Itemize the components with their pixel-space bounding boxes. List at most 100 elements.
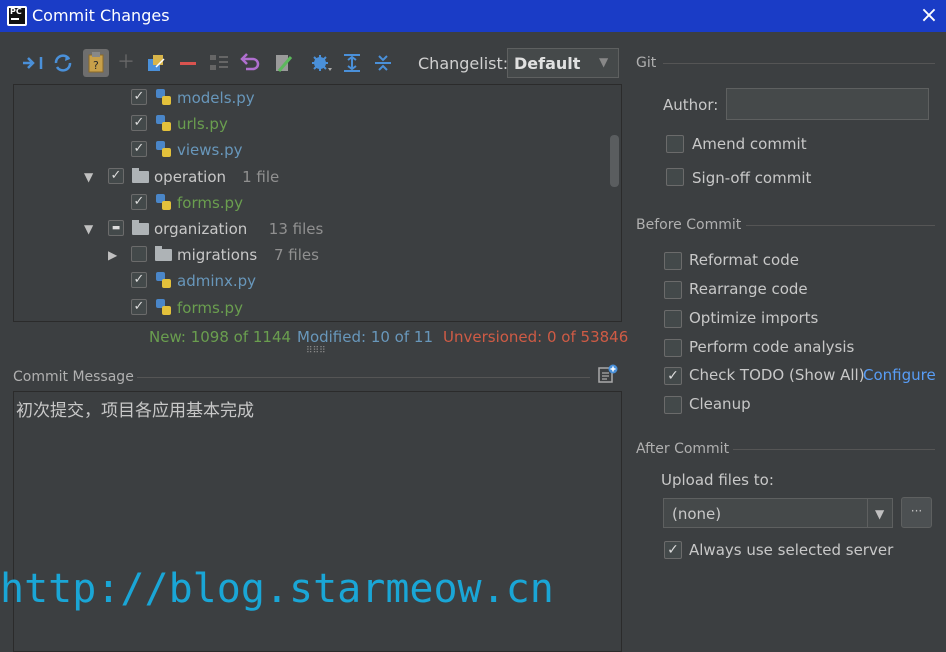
before-commit-option-label: Cleanup	[689, 395, 751, 413]
tree-item-checkbox[interactable]: ✓	[131, 193, 147, 210]
amend-commit-label: Amend commit	[692, 135, 807, 153]
revert-icon[interactable]	[238, 51, 262, 75]
chevron-down-icon: ▼	[599, 55, 609, 69]
tree-item-checkbox[interactable]: ▬	[108, 220, 124, 236]
always-use-server-label: Always use selected server	[689, 541, 894, 559]
tree-item-checkbox[interactable]: ✓	[131, 141, 147, 158]
refresh-icon[interactable]	[51, 51, 75, 75]
expand-triangle-down-icon[interactable]: ▼	[84, 216, 93, 242]
show-diff-icon[interactable]	[20, 51, 44, 75]
tree-item-checkbox[interactable]: ✓	[131, 89, 147, 105]
group-by-icon[interactable]	[207, 51, 231, 75]
tree-item-count: 13 files	[268, 220, 324, 238]
tree-file-row[interactable]: ✓ forms.py	[14, 190, 609, 216]
python-file-icon	[155, 272, 172, 289]
summary-new: New: 1098 of 1144	[149, 328, 292, 346]
git-section-title: Git	[636, 55, 657, 71]
folder-icon	[132, 220, 149, 235]
tree-folder-row[interactable]: ▶ migrations 7 files	[14, 242, 609, 268]
section-divider	[137, 377, 590, 378]
changes-tree[interactable]: ✓ models.py ✓ urls.py ✓ views.py ▼ ✓ operation 1 …	[13, 84, 622, 322]
section-divider	[746, 225, 935, 226]
python-file-icon	[155, 89, 172, 106]
before-commit-option-label: Check TODO (Show All)	[689, 366, 865, 384]
tree-item-name: operation	[154, 167, 227, 186]
before-commit-option-checkbox[interactable]: ✓	[664, 367, 682, 385]
expand-triangle-right-icon[interactable]: ▶	[108, 242, 117, 268]
commit-message-text: 初次提交，项目各应用基本完成	[16, 401, 254, 421]
tree-folder-row[interactable]: ▼ ✓ operation 1 file	[14, 164, 609, 190]
summary-unversioned: Unversioned: 0 of 53846	[443, 328, 629, 346]
before-commit-option-label: Perform code analysis	[689, 338, 855, 356]
tree-file-row[interactable]: ✓ adminx.py	[14, 268, 609, 294]
move-to-changelist-icon[interactable]	[144, 51, 168, 75]
settings-gear-icon[interactable]	[309, 51, 333, 75]
pycharm-app-icon: PC	[7, 6, 27, 26]
before-commit-option-checkbox[interactable]	[664, 252, 682, 270]
tree-item-checkbox[interactable]	[131, 246, 147, 263]
commit-message-textarea[interactable]	[13, 391, 622, 652]
python-file-icon	[155, 141, 172, 158]
tree-file-row[interactable]: ✓ forms.py	[14, 295, 609, 321]
python-file-icon	[155, 193, 172, 211]
section-divider	[733, 449, 935, 450]
chevron-down-icon: ▼	[875, 507, 885, 521]
before-commit-title: Before Commit	[636, 217, 742, 233]
tree-file-row[interactable]: ✓ urls.py	[14, 111, 609, 137]
tree-item-checkbox[interactable]: ✓	[108, 167, 124, 184]
expand-all-icon[interactable]	[340, 51, 364, 75]
upload-files-label: Upload files to:	[661, 471, 774, 489]
watermark-text: http://blog.starmeow.cn	[0, 566, 554, 612]
browse-servers-button[interactable]: ···	[901, 497, 932, 528]
edit-source-icon[interactable]	[271, 51, 295, 75]
tree-item-name: forms.py	[177, 193, 243, 212]
before-commit-option-checkbox[interactable]	[664, 396, 682, 414]
tree-file-row[interactable]: ✓ models.py	[14, 85, 609, 111]
tree-item-count: 1 file	[242, 167, 280, 186]
always-use-server-checkbox[interactable]: ✓	[664, 541, 682, 559]
folder-icon	[155, 246, 172, 262]
sign-off-checkbox[interactable]	[666, 168, 684, 186]
add-icon[interactable]: ＋	[114, 51, 138, 75]
tree-item-name: views.py	[177, 141, 243, 160]
expand-triangle-down-icon[interactable]: ▼	[84, 164, 93, 190]
remove-icon[interactable]	[176, 51, 200, 75]
tree-folder-row[interactable]: ▼ ▬ organization 13 files	[14, 216, 609, 242]
tree-item-name: migrations	[177, 246, 258, 265]
before-commit-option-checkbox[interactable]	[664, 339, 682, 357]
author-label: Author:	[663, 96, 719, 114]
tree-file-row[interactable]: ✓ views.py	[14, 137, 609, 163]
svg-text:?: ?	[93, 59, 99, 72]
jump-to-source-icon[interactable]: ?	[84, 51, 108, 75]
tree-item-name: models.py	[177, 89, 255, 107]
amend-commit-checkbox[interactable]	[666, 135, 684, 153]
before-commit-option-label: Optimize imports	[689, 309, 819, 327]
message-history-icon[interactable]	[598, 364, 618, 384]
configure-link-text[interactable]: Configure	[863, 366, 936, 384]
summary-modified: Modified: 10 of 11	[297, 328, 433, 346]
tree-item-name: urls.py	[177, 115, 228, 134]
window-title: Commit Changes	[32, 6, 170, 25]
folder-icon	[132, 167, 149, 183]
sign-off-label: Sign-off commit	[692, 169, 812, 187]
configure-link[interactable]: Configure	[863, 366, 936, 384]
changelist-label: Changelist:	[418, 54, 509, 73]
upload-server-value: (none)	[672, 505, 722, 523]
before-commit-option-label: Rearrange code	[689, 280, 808, 298]
tree-scrollbar[interactable]	[610, 135, 619, 187]
tree-item-name: adminx.py	[177, 272, 257, 291]
tree-item-checkbox[interactable]: ✓	[131, 115, 147, 132]
tree-item-checkbox[interactable]: ✓	[131, 298, 147, 315]
splitter-handle[interactable]: ⠿⠿⠿	[306, 346, 326, 356]
tree-item-name: forms.py	[177, 298, 243, 317]
before-commit-option-checkbox[interactable]	[664, 281, 682, 299]
close-icon[interactable]: ×	[916, 3, 942, 29]
collapse-all-icon[interactable]	[371, 51, 395, 75]
before-commit-option-checkbox[interactable]	[664, 310, 682, 328]
before-commit-option-label: Reformat code	[689, 251, 799, 269]
after-commit-title: After Commit	[636, 441, 730, 457]
dropdown-divider	[867, 499, 868, 527]
commit-message-label: Commit Message	[13, 369, 134, 385]
author-input[interactable]	[726, 88, 929, 120]
tree-item-checkbox[interactable]: ✓	[131, 272, 147, 289]
